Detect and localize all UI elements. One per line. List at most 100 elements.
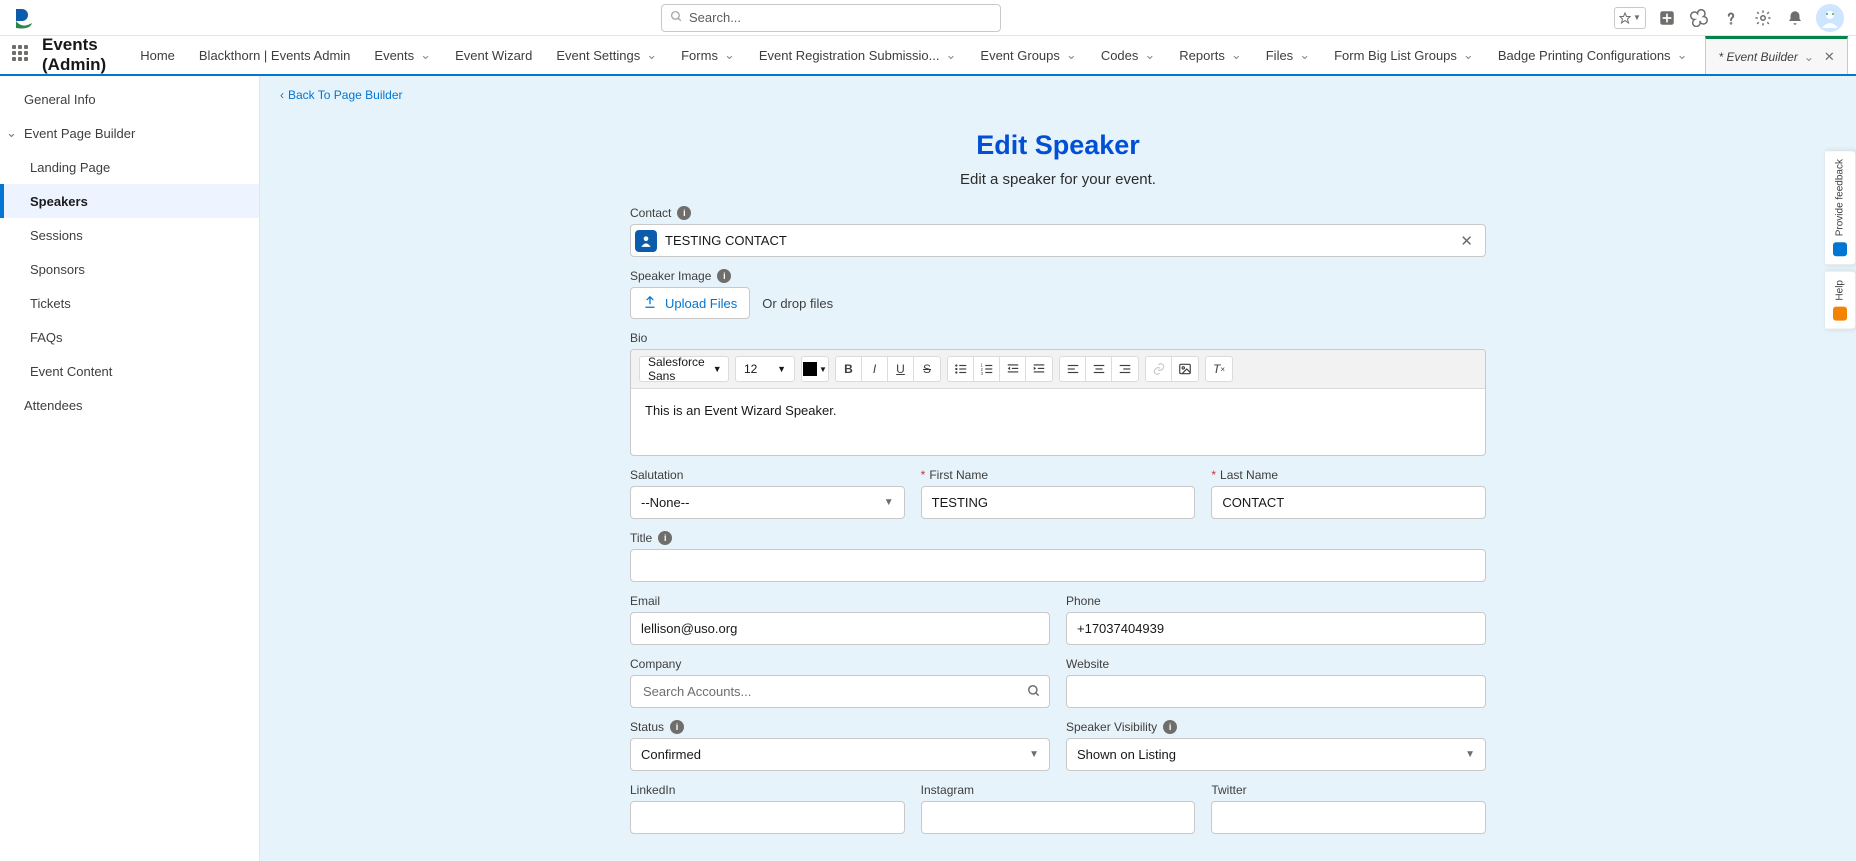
nav-event-groups[interactable]: Event Groups⌄ bbox=[968, 35, 1088, 75]
nav-reports[interactable]: Reports⌄ bbox=[1167, 35, 1253, 75]
clear-icon[interactable]: ✕ bbox=[1452, 232, 1481, 250]
nav-forms[interactable]: Forms⌄ bbox=[669, 35, 747, 75]
chevron-down-icon: ▼ bbox=[1465, 749, 1475, 760]
favorites-dropdown[interactable]: ▼ bbox=[1614, 7, 1646, 29]
rte-size-select[interactable]: 12▼ bbox=[735, 356, 795, 382]
breadcrumb-back-link[interactable]: ‹Back To Page Builder bbox=[280, 88, 403, 102]
rte-align-center-icon[interactable] bbox=[1086, 357, 1112, 381]
status-select[interactable]: Confirmed▼ bbox=[630, 738, 1050, 771]
user-avatar[interactable] bbox=[1816, 4, 1844, 32]
workspace-tab-event-builder[interactable]: * Event Builder ⌄ ✕ bbox=[1705, 36, 1847, 74]
contact-lookup[interactable]: TESTING CONTACT ✕ bbox=[630, 224, 1486, 257]
info-icon[interactable]: i bbox=[670, 720, 684, 734]
nav-home[interactable]: Home bbox=[128, 35, 187, 75]
nav-badge-printing[interactable]: Badge Printing Configurations⌄ bbox=[1486, 35, 1700, 75]
nav-event-registration[interactable]: Event Registration Submissio...⌄ bbox=[747, 35, 969, 75]
nav-event-settings[interactable]: Event Settings⌄ bbox=[544, 35, 669, 75]
rte-outdent-icon[interactable] bbox=[1000, 357, 1026, 381]
rte-strike-icon[interactable]: S bbox=[914, 357, 940, 381]
rte-clear-format-icon[interactable]: T× bbox=[1206, 357, 1232, 381]
instagram-input[interactable] bbox=[921, 801, 1196, 834]
phone-label: Phone bbox=[1066, 594, 1486, 608]
provide-feedback-tab[interactable]: Provide feedback bbox=[1825, 150, 1856, 265]
rte-toolbar: Salesforce Sans▼ 12▼ ▼ B I U S 123 bbox=[631, 350, 1485, 389]
nav-blackthorn-admin[interactable]: Blackthorn | Events Admin bbox=[187, 35, 363, 75]
search-icon bbox=[1027, 684, 1041, 701]
rte-indent-icon[interactable] bbox=[1026, 357, 1052, 381]
salesforce-help-icon[interactable] bbox=[1688, 7, 1710, 29]
sidebar: General Info ⌄ Event Page Builder Landin… bbox=[0, 76, 260, 861]
instagram-label: Instagram bbox=[921, 783, 1196, 797]
status-label: Statusi bbox=[630, 720, 1050, 734]
setup-gear-icon[interactable] bbox=[1752, 7, 1774, 29]
question-icon[interactable] bbox=[1720, 7, 1742, 29]
info-icon[interactable]: i bbox=[658, 531, 672, 545]
first-name-input[interactable]: TESTING bbox=[921, 486, 1196, 519]
sidebar-item-sponsors[interactable]: Sponsors bbox=[0, 252, 259, 286]
sidebar-item-sessions[interactable]: Sessions bbox=[0, 218, 259, 252]
rte-bold-icon[interactable]: B bbox=[836, 357, 862, 381]
sidebar-item-event-page-builder[interactable]: ⌄ Event Page Builder bbox=[0, 116, 259, 150]
upload-files-button[interactable]: Upload Files bbox=[630, 287, 750, 319]
rte-font-select[interactable]: Salesforce Sans▼ bbox=[639, 356, 729, 382]
sidebar-item-attendees[interactable]: Attendees bbox=[0, 388, 259, 422]
global-search[interactable]: Search... bbox=[661, 4, 1001, 32]
company-search-input[interactable] bbox=[641, 683, 1039, 700]
visibility-label: Speaker Visibilityi bbox=[1066, 720, 1486, 734]
title-input[interactable] bbox=[630, 549, 1486, 582]
rte-underline-icon[interactable]: U bbox=[888, 357, 914, 381]
chevron-down-icon: ▼ bbox=[884, 497, 894, 508]
nav-event-wizard[interactable]: Event Wizard bbox=[443, 35, 544, 75]
rte-numbers-icon[interactable]: 123 bbox=[974, 357, 1000, 381]
salutation-label: Salutation bbox=[630, 468, 905, 482]
chevron-down-icon: ⌄ bbox=[420, 47, 431, 63]
app-navbar: Events (Admin) Home Blackthorn | Events … bbox=[0, 36, 1856, 76]
salutation-select[interactable]: --None--▼ bbox=[630, 486, 905, 519]
nav-codes[interactable]: Codes⌄ bbox=[1089, 35, 1167, 75]
rte-align-right-icon[interactable] bbox=[1112, 357, 1138, 381]
svg-text:3: 3 bbox=[980, 371, 983, 376]
rte-bullets-icon[interactable] bbox=[948, 357, 974, 381]
bio-textarea[interactable]: This is an Event Wizard Speaker. bbox=[631, 389, 1485, 455]
sidebar-item-general-info[interactable]: General Info bbox=[0, 82, 259, 116]
linkedin-input[interactable] bbox=[630, 801, 905, 834]
first-name-label: *First Name bbox=[921, 468, 1196, 482]
close-icon[interactable]: ✕ bbox=[1824, 49, 1835, 65]
app-launcher-icon[interactable] bbox=[12, 45, 28, 65]
rte-image-icon[interactable] bbox=[1172, 357, 1198, 381]
website-label: Website bbox=[1066, 657, 1486, 671]
add-icon[interactable] bbox=[1656, 7, 1678, 29]
rte-color-picker[interactable]: ▼ bbox=[801, 356, 829, 382]
nav-form-big-list[interactable]: Form Big List Groups⌄ bbox=[1322, 35, 1486, 75]
email-input[interactable]: lellison@uso.org bbox=[630, 612, 1050, 645]
twitter-label: Twitter bbox=[1211, 783, 1486, 797]
notifications-bell-icon[interactable] bbox=[1784, 7, 1806, 29]
help-tab[interactable]: Help bbox=[1825, 271, 1856, 330]
edit-nav-icon[interactable] bbox=[1848, 46, 1856, 65]
twitter-input[interactable] bbox=[1211, 801, 1486, 834]
bio-label: Bio bbox=[630, 331, 1486, 345]
nav-files[interactable]: Files⌄ bbox=[1254, 35, 1322, 75]
company-lookup[interactable] bbox=[630, 675, 1050, 708]
sidebar-item-tickets[interactable]: Tickets bbox=[0, 286, 259, 320]
sidebar-item-event-content[interactable]: Event Content bbox=[0, 354, 259, 388]
breadcrumb: ‹Back To Page Builder bbox=[260, 76, 1856, 106]
sidebar-item-faqs[interactable]: FAQs bbox=[0, 320, 259, 354]
sidebar-item-landing-page[interactable]: Landing Page bbox=[0, 150, 259, 184]
page-subtitle: Edit a speaker for your event. bbox=[260, 171, 1856, 188]
nav-events[interactable]: Events⌄ bbox=[362, 35, 443, 75]
info-icon[interactable]: i bbox=[717, 269, 731, 283]
info-icon[interactable]: i bbox=[677, 206, 691, 220]
rte-italic-icon[interactable]: I bbox=[862, 357, 888, 381]
rte-link-icon[interactable] bbox=[1146, 357, 1172, 381]
website-input[interactable] bbox=[1066, 675, 1486, 708]
info-icon[interactable]: i bbox=[1163, 720, 1177, 734]
feedback-icon bbox=[1833, 242, 1847, 256]
chevron-down-icon[interactable]: ⌄ bbox=[1804, 50, 1814, 64]
last-name-input[interactable]: CONTACT bbox=[1211, 486, 1486, 519]
phone-input[interactable]: +17037404939 bbox=[1066, 612, 1486, 645]
chevron-down-icon: ⌄ bbox=[946, 47, 957, 63]
sidebar-item-speakers[interactable]: Speakers bbox=[0, 184, 259, 218]
rte-align-left-icon[interactable] bbox=[1060, 357, 1086, 381]
visibility-select[interactable]: Shown on Listing▼ bbox=[1066, 738, 1486, 771]
